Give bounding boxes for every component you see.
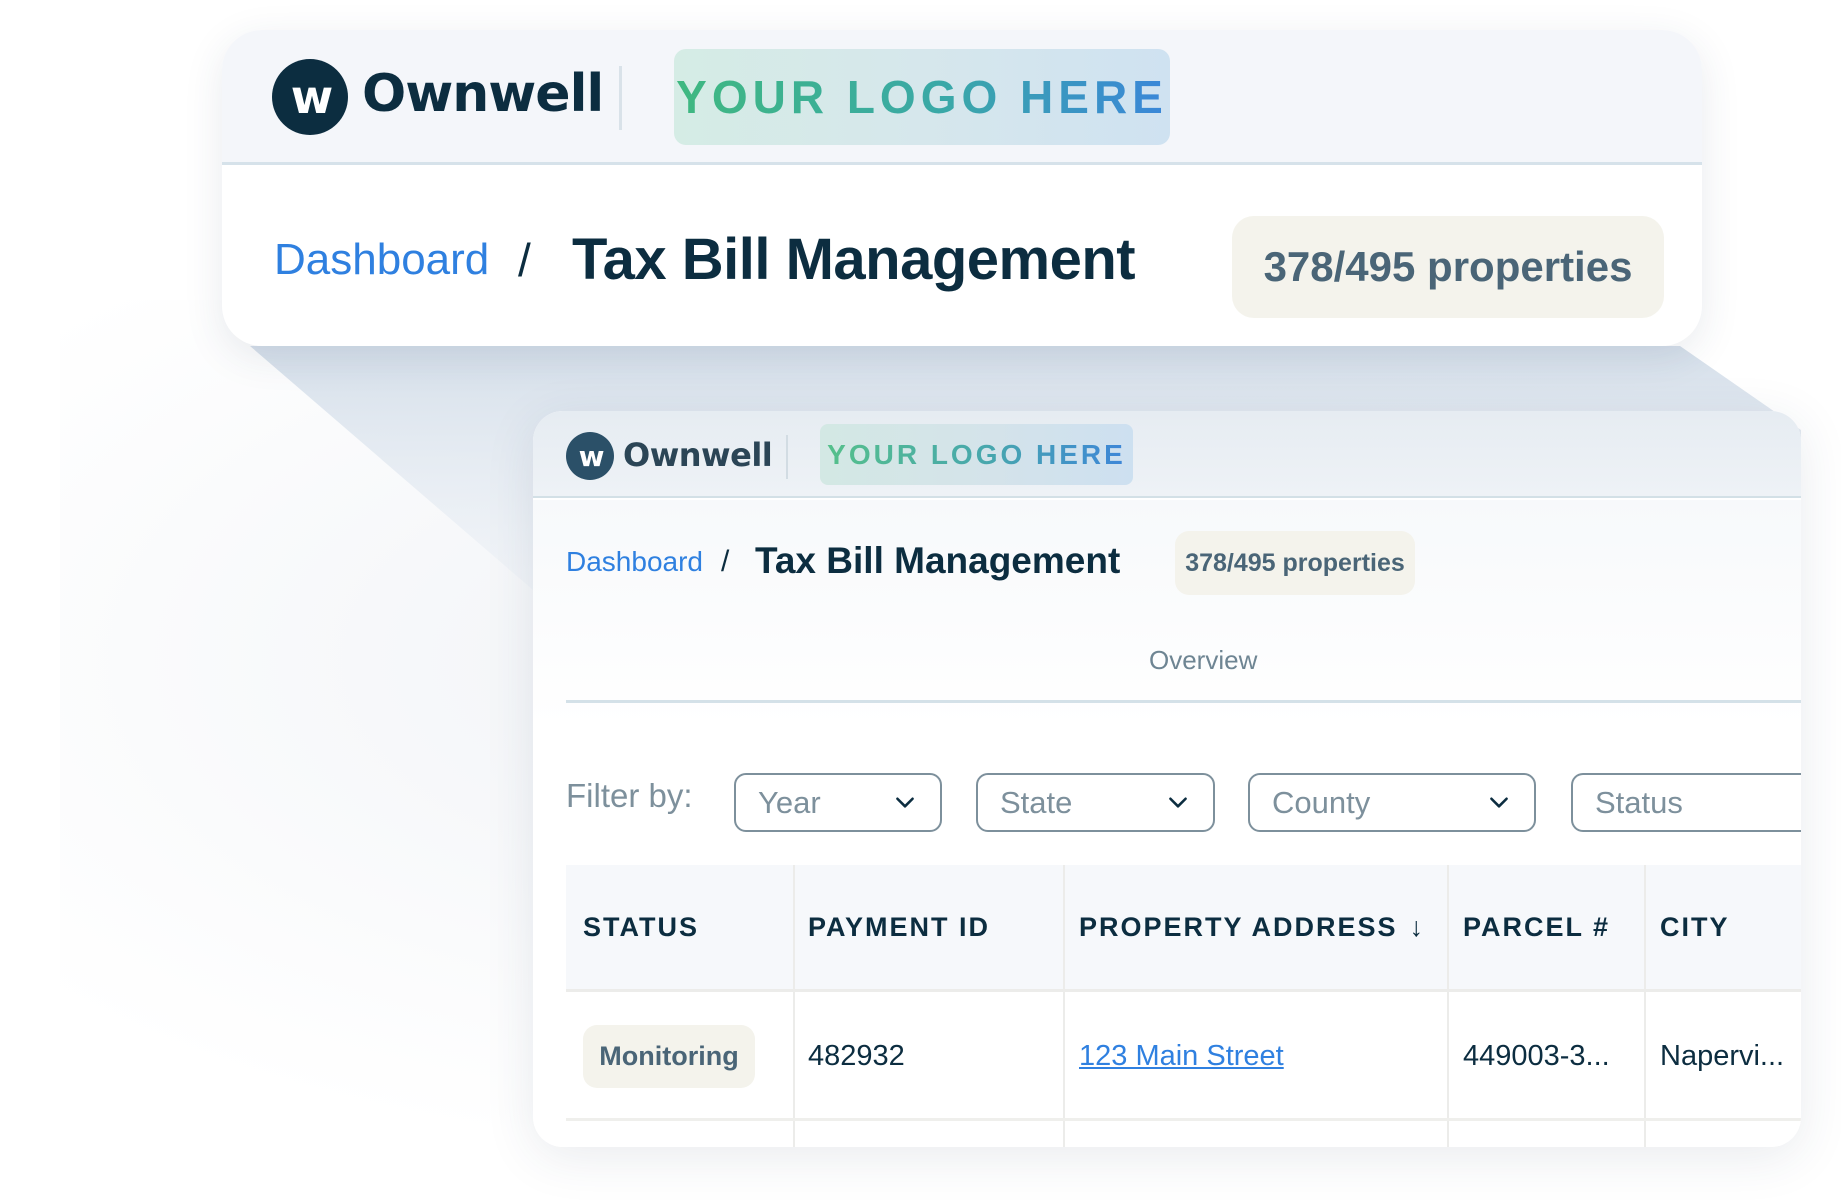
state-filter-select[interactable]: State	[976, 773, 1215, 832]
city-cell: Napervi...	[1660, 1040, 1785, 1072]
column-divider	[1063, 1121, 1065, 1147]
column-divider	[1063, 992, 1065, 1118]
column-divider	[1644, 992, 1646, 1118]
county-filter-placeholder: County	[1272, 784, 1371, 820]
status-badge: Monitoring	[583, 1025, 755, 1088]
breadcrumb-dashboard-link[interactable]: Dashboard	[274, 235, 489, 285]
app-window: w Ownwell YOUR LOGO HERE Dashboard / Tax…	[533, 411, 1801, 1147]
year-filter-placeholder: Year	[758, 784, 821, 820]
page-title: Tax Bill Management	[572, 227, 1136, 292]
table-header-row: STATUS PAYMENT ID PROPERTY ADDRESS ↓ PARC…	[566, 865, 1801, 992]
column-divider	[1644, 865, 1646, 989]
table-row	[566, 1121, 1801, 1147]
chevron-down-icon	[896, 797, 914, 808]
column-divider	[793, 1121, 795, 1147]
column-divider	[1447, 992, 1449, 1118]
column-header-status[interactable]: STATUS	[583, 912, 699, 943]
properties-count-badge: 378/495 properties	[1175, 531, 1415, 595]
column-header-payment-id[interactable]: PAYMENT ID	[808, 912, 990, 943]
chevron-down-icon	[1490, 797, 1508, 808]
app-header: w Ownwell YOUR LOGO HERE	[222, 30, 1702, 165]
zoomed-header-card: w Ownwell YOUR LOGO HERE Dashboard / Tax…	[222, 30, 1702, 346]
ownwell-logo-icon[interactable]: w	[566, 432, 614, 480]
column-divider	[1644, 1121, 1646, 1147]
payment-id-cell: 482932	[808, 1040, 905, 1072]
header-divider	[619, 66, 622, 130]
table-row[interactable]: Monitoring 482932 123 Main Street 449003…	[566, 992, 1801, 1121]
column-divider	[1447, 865, 1449, 989]
partner-logo-placeholder: YOUR LOGO HERE	[820, 424, 1133, 485]
brand-name[interactable]: Ownwell	[623, 436, 773, 474]
partner-logo-text: YOUR LOGO HERE	[676, 71, 1168, 123]
county-filter-select[interactable]: County	[1248, 773, 1536, 832]
filter-by-label: Filter by:	[566, 777, 693, 814]
breadcrumb-separator: /	[518, 234, 531, 286]
properties-count-badge: 378/495 properties	[1232, 216, 1664, 318]
column-divider	[793, 865, 795, 989]
tax-bill-table: STATUS PAYMENT ID PROPERTY ADDRESS ↓ PARC…	[566, 865, 1801, 1147]
breadcrumb-separator: /	[721, 545, 730, 578]
sort-descending-icon[interactable]: ↓	[1410, 912, 1426, 943]
column-header-city[interactable]: CITY	[1660, 912, 1730, 943]
year-filter-select[interactable]: Year	[734, 773, 942, 832]
column-divider	[1063, 865, 1065, 989]
ownwell-logo-icon[interactable]: w	[272, 59, 348, 135]
partner-logo-text: YOUR LOGO HERE	[827, 438, 1126, 470]
column-header-parcel[interactable]: PARCEL #	[1463, 912, 1610, 943]
column-header-property-address-label: PROPERTY ADDRESS	[1079, 912, 1398, 942]
column-divider	[1447, 1121, 1449, 1147]
partner-logo-placeholder: YOUR LOGO HERE	[674, 49, 1170, 145]
state-filter-placeholder: State	[1000, 784, 1073, 820]
brand-name[interactable]: Ownwell	[362, 64, 604, 124]
parcel-cell: 449003-3...	[1463, 1040, 1610, 1072]
breadcrumb-dashboard-link[interactable]: Dashboard	[566, 546, 703, 578]
tab-overview[interactable]: Overview	[1149, 645, 1257, 676]
tabs-underline	[566, 700, 1801, 703]
app-header: w Ownwell YOUR LOGO HERE	[533, 411, 1801, 498]
property-address-link[interactable]: 123 Main Street	[1079, 1040, 1284, 1073]
column-divider	[793, 992, 795, 1118]
column-header-property-address[interactable]: PROPERTY ADDRESS ↓	[1079, 912, 1425, 943]
page-title: Tax Bill Management	[755, 540, 1121, 581]
status-filter-select[interactable]: Status	[1571, 773, 1801, 832]
chevron-down-icon	[1169, 797, 1187, 808]
header-divider	[786, 435, 788, 479]
status-filter-placeholder: Status	[1595, 784, 1683, 820]
